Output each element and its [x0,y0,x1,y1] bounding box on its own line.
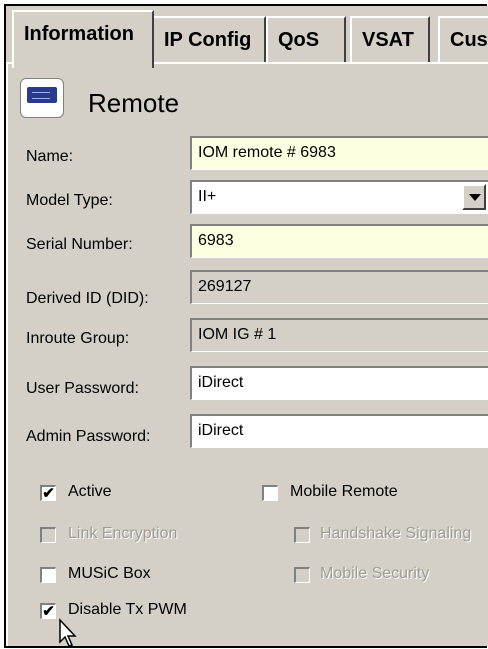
user-password-field[interactable]: iDirect [190,366,488,400]
admin-password-field[interactable]: iDirect [190,414,488,448]
music-box-label: MUSiC Box [68,565,151,582]
model-type-select[interactable]: II+ [190,180,488,214]
mobile-remote-checkbox[interactable] [262,485,278,501]
model-type-value: II+ [198,188,217,205]
tab-vsat[interactable]: VSAT [350,16,430,64]
handshake-signaling-label: Handshake Signaling [320,525,472,542]
name-field[interactable]: IOM remote # 6983 [190,136,488,170]
admin-password-label: Admin Password: [26,428,151,445]
derived-id-field: 269127 [190,270,488,304]
inroute-group-field: IOM IG # 1 [190,318,488,352]
tab-ip-config[interactable]: IP Config [152,16,266,64]
user-password-label: User Password: [26,380,139,397]
remote-modem-icon [20,78,64,118]
active-checkbox[interactable]: ✔ [40,485,56,501]
mobile-security-label: Mobile Security [320,565,430,582]
derived-id-label: Derived ID (DID): [26,290,149,307]
mobile-security-checkbox [294,567,310,583]
tab-custom[interactable]: Cus [438,16,488,64]
tab-strip: Information IP Config QoS VSAT Cus [6,6,488,68]
name-label: Name: [26,148,74,165]
music-box-checkbox[interactable] [40,567,56,583]
disable-tx-pwm-checkbox[interactable]: ✔ [40,603,56,619]
mobile-remote-label: Mobile Remote [290,483,398,500]
active-label: Active [68,483,112,500]
tab-qos[interactable]: QoS [266,16,346,64]
mouse-pointer-icon [59,618,77,647]
disable-tx-pwm-label: Disable Tx PWM [68,601,187,618]
model-type-label: Model Type: [26,192,113,209]
link-encryption-label: Link Encryption [68,525,178,542]
handshake-signaling-checkbox [294,527,310,543]
serial-number-field[interactable]: 6983 [190,224,488,258]
section-title: Remote [88,88,180,118]
link-encryption-checkbox [40,527,56,543]
tab-information[interactable]: Information [12,10,154,68]
serial-number-label: Serial Number: [26,236,133,253]
inroute-group-label: Inroute Group: [26,330,130,347]
chevron-down-icon[interactable] [462,184,486,210]
